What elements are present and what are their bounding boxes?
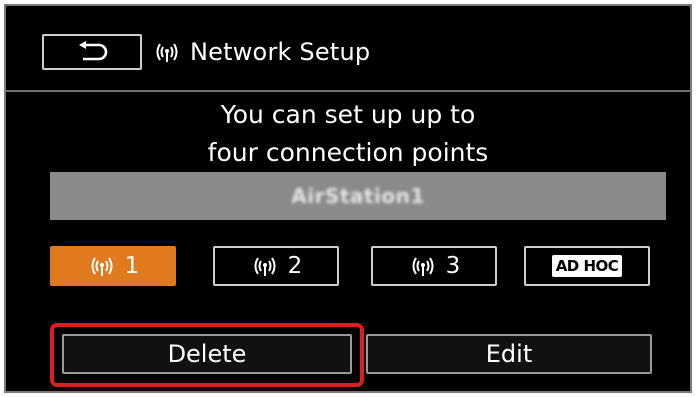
connection-point-label: 1 (124, 253, 140, 279)
header: Network Setup (6, 6, 690, 90)
page-title: Network Setup (190, 38, 371, 66)
connection-point-row: 1 2 3 AD HOC (6, 246, 690, 286)
edit-button[interactable]: Edit (366, 334, 652, 374)
wifi-antenna-icon (250, 255, 280, 277)
ssid-display: AirStation1 (50, 172, 666, 220)
title-area: Network Setup (152, 34, 370, 70)
wifi-antenna-icon (87, 255, 117, 277)
ad-hoc-button[interactable]: AD HOC (524, 246, 650, 286)
connection-point-label: 3 (445, 253, 461, 279)
header-divider (6, 90, 690, 92)
ssid-name: AirStation1 (291, 184, 425, 208)
connection-point-label: 2 (287, 253, 303, 279)
camera-screen: Network Setup You can set up up to four … (4, 4, 692, 393)
delete-highlight-frame (50, 323, 364, 387)
message-line-2: four connection points (207, 138, 489, 167)
message-line-1: You can set up up to (220, 100, 476, 129)
connection-point-3-button[interactable]: 3 (371, 246, 497, 286)
wifi-antenna-icon (152, 41, 182, 63)
info-message: You can set up up to four connection poi… (6, 96, 690, 172)
back-button[interactable] (42, 34, 142, 70)
connection-point-1-button[interactable]: 1 (50, 246, 176, 286)
wifi-antenna-icon (408, 255, 438, 277)
connection-point-2-button[interactable]: 2 (213, 246, 339, 286)
return-arrow-icon (75, 41, 109, 63)
ad-hoc-label: AD HOC (551, 255, 623, 277)
edit-label: Edit (485, 340, 533, 368)
